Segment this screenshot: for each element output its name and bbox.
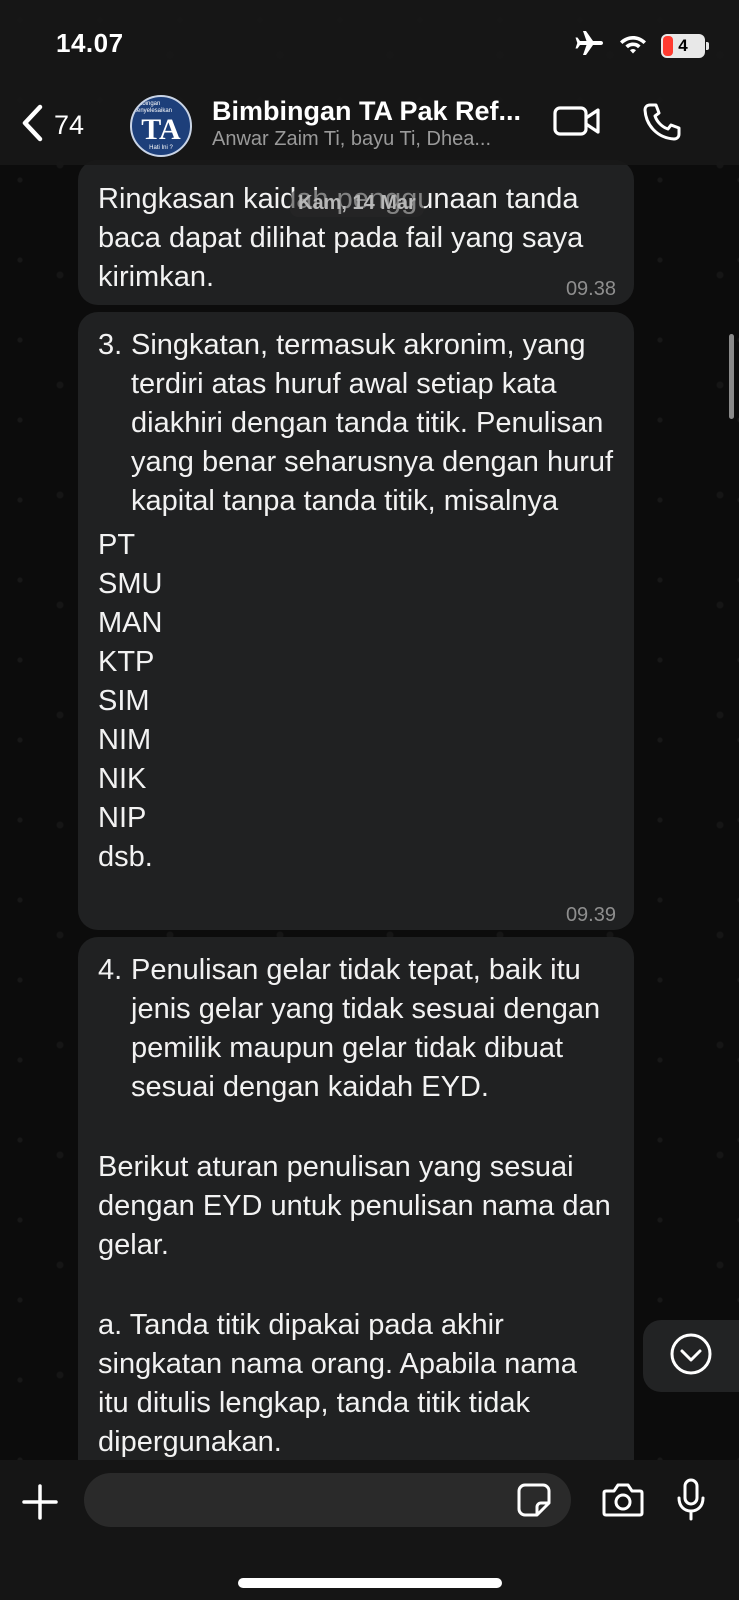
list-text: Penulisan gelar tidak tepat, baik itu je… [131, 954, 601, 1103]
list-item: 4. Penulisan gelar tidak tepat, baik itu… [98, 951, 614, 1107]
unread-count: 74 [54, 110, 85, 140]
plus-icon [22, 1484, 58, 1524]
chevron-down-circle-icon [669, 1332, 713, 1381]
list-text: Singkatan, termasuk akronim, yang terdir… [131, 329, 614, 517]
chat-title[interactable]: Bimbingan TA Pak Ref... [212, 96, 521, 127]
abbreviation-list: PT SMU MAN KTP SIM NIM NIK NIP dsb. [98, 526, 614, 877]
camera-icon [602, 1483, 644, 1522]
message-composer [0, 1460, 739, 1600]
message-bubble[interactable]: 4. Penulisan gelar tidak tepat, baik itu… [78, 937, 634, 1460]
abbreviation: NIM [98, 724, 152, 756]
airplane-icon [575, 30, 605, 61]
chat-header: 14.07 4 74 Bimbingan Menyelesaikan TA Ha… [0, 0, 739, 165]
abbreviation: NIK [98, 763, 147, 795]
chevron-left-icon [20, 104, 46, 147]
list-number: 4. [98, 954, 123, 986]
scroll-to-bottom-button[interactable] [643, 1320, 739, 1392]
attach-button[interactable] [22, 1484, 58, 1525]
video-camera-icon [553, 106, 601, 142]
microphone-icon [676, 1478, 706, 1526]
voice-call-button[interactable] [642, 102, 682, 147]
abbreviation: PT [98, 529, 136, 561]
wifi-icon [619, 32, 647, 59]
message-bubble[interactable]: 3. Singkatan, termasuk akronim, yang ter… [78, 312, 634, 930]
abbreviation: NIP [98, 802, 147, 834]
message-time: 09.38 [565, 278, 616, 300]
message-time: 09.39 [565, 904, 616, 926]
message-paragraph: a. Tanda titik dipakai pada akhir singka… [98, 1309, 577, 1458]
camera-button[interactable] [602, 1482, 644, 1523]
message-input[interactable] [84, 1473, 571, 1527]
message-bubble[interactable]: Ringkasan kaidah penggunaan tanda baca d… [78, 160, 634, 305]
list-number: 3. [98, 329, 123, 361]
sticker-button[interactable] [517, 1483, 551, 1522]
status-icons: 4 [575, 30, 709, 61]
abbreviation: dsb. [98, 841, 153, 873]
scroll-indicator[interactable] [729, 334, 734, 419]
abbreviation: KTP [98, 646, 155, 678]
status-time: 14.07 [56, 28, 124, 58]
message-paragraph: Berikut aturan penulisan yang sesuai den… [98, 1151, 611, 1261]
abbreviation: MAN [98, 607, 163, 639]
date-separator: Kam, 14 Mar [290, 190, 424, 217]
avatar-main-text: TA [141, 112, 181, 146]
back-button[interactable]: 74 [20, 104, 84, 147]
phone-icon [642, 103, 682, 146]
avatar-bottom-text: Hati Ini ? [149, 144, 173, 151]
battery-icon: 4 [661, 33, 709, 58]
sticker-icon [517, 1483, 551, 1521]
video-call-button[interactable] [553, 104, 601, 143]
battery-level: 4 [678, 35, 688, 55]
voice-message-button[interactable] [676, 1478, 706, 1527]
abbreviation: SMU [98, 568, 163, 600]
group-avatar[interactable]: Bimbingan Menyelesaikan TA Hati Ini ? [130, 95, 192, 157]
abbreviation: SIM [98, 685, 150, 717]
home-indicator[interactable] [238, 1578, 502, 1588]
list-item: 3. Singkatan, termasuk akronim, yang ter… [98, 326, 614, 521]
chat-participants[interactable]: Anwar Zaim Ti, bayu Ti, Dhea... [212, 128, 491, 151]
